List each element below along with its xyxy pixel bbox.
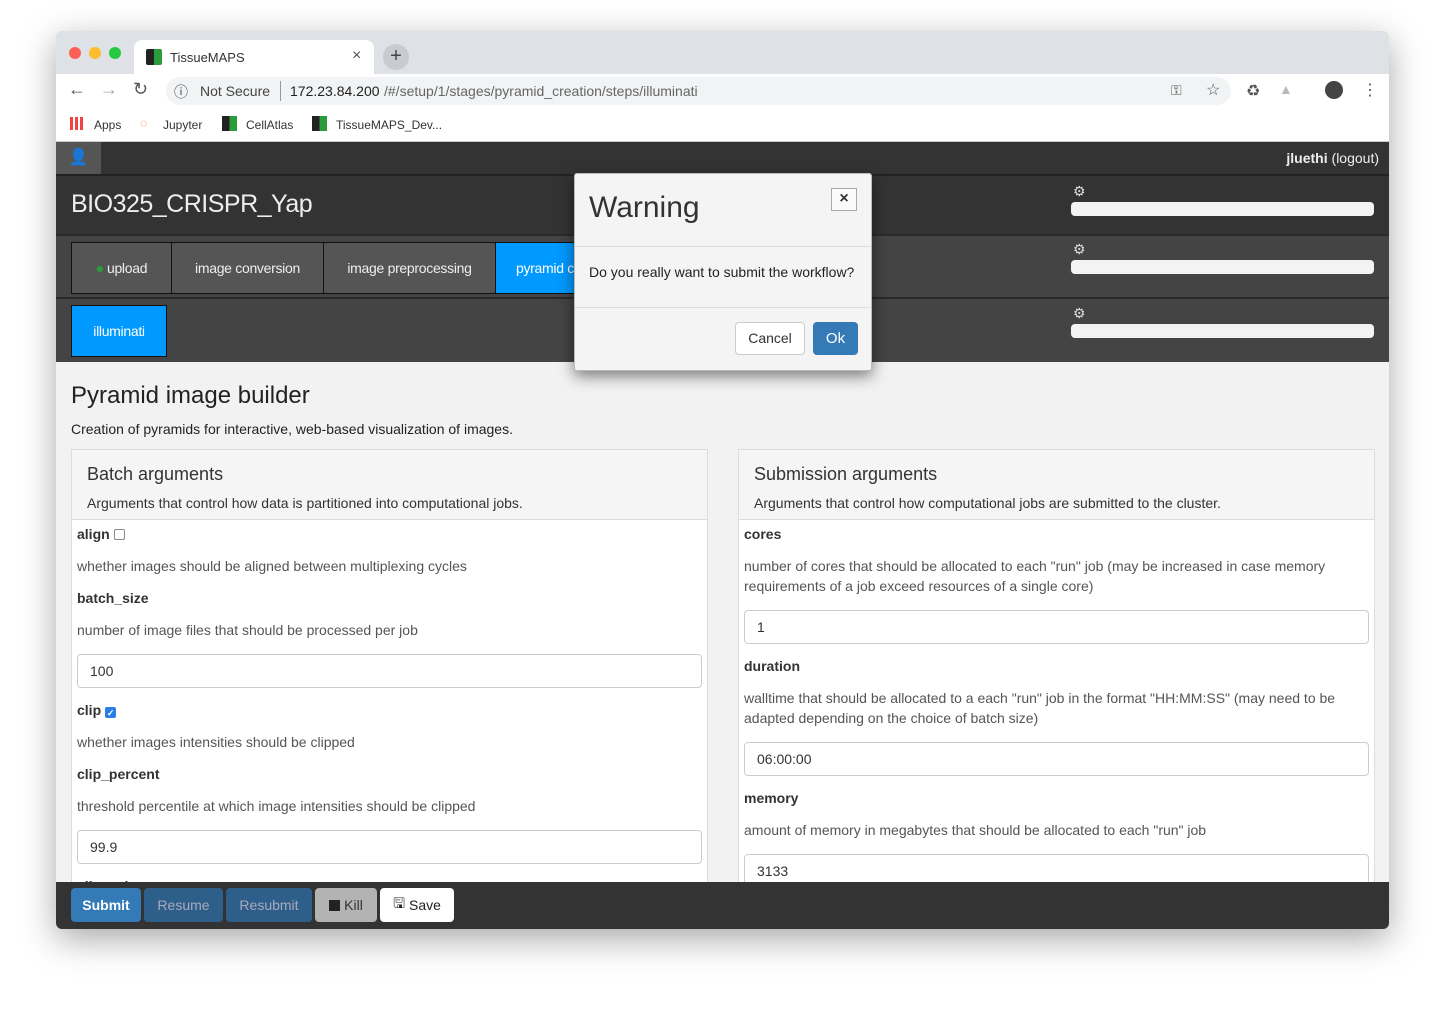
browser-toolbar: ← → ↻ ⓘ Not Secure 172.23.84.200 /#/setu…: [56, 74, 1389, 108]
arg-help: number of image files that should be pro…: [77, 622, 418, 638]
forward-icon[interactable]: →: [100, 79, 118, 100]
kill-button[interactable]: Kill: [315, 888, 377, 922]
arg-help: amount of memory in megabytes that shoul…: [744, 822, 1207, 838]
panel-description: Arguments that control how computational…: [754, 495, 1221, 511]
warning-modal: Warning × Do you really want to submit t…: [574, 173, 872, 371]
bookmark-apps[interactable]: Apps: [94, 118, 121, 132]
panel-description: Arguments that control how data is parti…: [87, 495, 523, 511]
page-title: Pyramid image builder: [71, 382, 310, 409]
cellatlas-icon: [222, 116, 237, 131]
close-window-button[interactable]: [69, 47, 81, 59]
bookmarks-bar: Apps ◌ Jupyter CellAtlas TissueMAPS_Dev.…: [56, 108, 1389, 142]
panel-title: Submission arguments: [754, 464, 938, 484]
tab-title: TissueMAPS: [170, 50, 245, 65]
maximize-window-button[interactable]: [109, 47, 121, 59]
resubmit-button[interactable]: Resubmit: [226, 888, 312, 922]
profile-icon[interactable]: [1325, 81, 1343, 99]
info-icon: ⓘ: [174, 84, 188, 100]
drive-extension-icon[interactable]: ▲: [1279, 81, 1293, 97]
arg-label: clip: [77, 702, 102, 718]
bookmark-jupyter[interactable]: Jupyter: [163, 118, 202, 132]
progress-bar: [1071, 202, 1374, 216]
minimize-window-button[interactable]: [89, 47, 101, 59]
check-icon: ●: [95, 260, 104, 276]
arg-help: whether images intensities should be cli…: [77, 734, 355, 750]
star-icon[interactable]: ☆: [1206, 80, 1220, 100]
gear-icon[interactable]: ⚙: [1073, 305, 1086, 322]
clip-percent-input[interactable]: 99.9: [77, 830, 702, 864]
progress-bar: [1071, 324, 1374, 338]
stage-image-preprocessing[interactable]: image preprocessing: [323, 242, 496, 294]
tissuemaps-favicon-icon: [146, 49, 162, 65]
progress-bar: [1071, 260, 1374, 274]
resume-button[interactable]: Resume: [144, 888, 223, 922]
duration-input[interactable]: 06:00:00: [744, 742, 1369, 776]
username: jluethi: [1286, 150, 1328, 166]
arg-label: cores: [744, 526, 782, 542]
jupyter-icon: ◌: [140, 116, 148, 130]
floppy-disk-icon: 🖫: [393, 895, 405, 911]
url-path: /#/setup/1/stages/pyramid_creation/steps…: [384, 83, 698, 99]
close-icon[interactable]: ×: [831, 188, 857, 211]
gear-icon[interactable]: ⚙: [1073, 183, 1086, 200]
cancel-button[interactable]: Cancel: [735, 322, 805, 355]
reload-icon[interactable]: ↻: [133, 79, 148, 100]
arg-label: clip_percent: [77, 766, 160, 782]
user-icon[interactable]: 👤: [56, 142, 101, 174]
arg-help: threshold percentile at which image inte…: [77, 798, 476, 814]
bookmark-cellatlas[interactable]: CellAtlas: [246, 118, 293, 132]
arg-label: duration: [744, 658, 800, 674]
submission-arguments-panel: Submission arguments Arguments that contr…: [738, 449, 1375, 899]
batch-size-input[interactable]: 100: [77, 654, 702, 688]
stop-icon: [329, 899, 341, 911]
modal-message: Do you really want to submit the workflo…: [589, 264, 855, 280]
arg-help: walltime that should be allocated to a e…: [744, 690, 1336, 726]
security-label: Not Secure: [200, 83, 271, 99]
browser-tab[interactable]: TissueMAPS ×: [134, 40, 374, 74]
address-bar[interactable]: ⓘ Not Secure 172.23.84.200 /#/setup/1/st…: [166, 77, 1231, 105]
logout-link[interactable]: (logout): [1332, 150, 1379, 166]
arg-help: number of cores that should be allocated…: [744, 558, 1326, 594]
experiment-title: BIO325_CRISPR_Yap: [71, 190, 313, 218]
new-tab-button[interactable]: +: [383, 44, 409, 70]
key-icon[interactable]: ⚿: [1171, 82, 1182, 99]
cores-input[interactable]: 1: [744, 610, 1369, 644]
gear-icon[interactable]: ⚙: [1073, 241, 1086, 258]
page-description: Creation of pyramids for interactive, we…: [71, 421, 513, 437]
save-button[interactable]: 🖫 Save: [380, 888, 454, 922]
recycle-extension-icon[interactable]: ♻: [1246, 81, 1260, 101]
apps-grid-icon: [70, 117, 83, 130]
close-tab-icon[interactable]: ×: [352, 47, 361, 65]
stage-image-conversion[interactable]: image conversion: [171, 242, 324, 294]
modal-title: Warning: [589, 191, 700, 224]
clip-checkbox[interactable]: ✓: [105, 707, 117, 718]
menu-icon[interactable]: ⋮: [1362, 80, 1378, 100]
app-navbar: 👤 jluethi (logout): [56, 142, 1389, 174]
url-host: 172.23.84.200: [290, 83, 380, 99]
bookmark-tissuemaps-dev[interactable]: TissueMAPS_Dev...: [336, 118, 442, 132]
batch-arguments-panel: Batch arguments Arguments that control ho…: [71, 449, 708, 899]
step-illuminati[interactable]: illuminati: [71, 305, 167, 357]
arg-help: whether images should be aligned between…: [77, 558, 467, 574]
back-icon[interactable]: ←: [68, 79, 86, 100]
submit-button[interactable]: Submit: [71, 888, 141, 922]
tissuemaps-icon: [312, 116, 327, 131]
arg-label: batch_size: [77, 590, 149, 606]
arg-label: memory: [744, 790, 799, 806]
tab-bar: TissueMAPS × +: [56, 31, 1389, 74]
browser-window: TissueMAPS × + ← → ↻ ⓘ Not Secure 172.23…: [56, 31, 1389, 929]
panel-title: Batch arguments: [87, 464, 224, 484]
workflow-footer: Submit Resume Resubmit Kill 🖫 Save: [56, 882, 1389, 929]
align-checkbox[interactable]: [113, 529, 125, 540]
ok-button[interactable]: Ok: [813, 322, 858, 355]
stage-upload[interactable]: ● upload: [71, 242, 172, 294]
arg-label: align: [77, 526, 110, 542]
